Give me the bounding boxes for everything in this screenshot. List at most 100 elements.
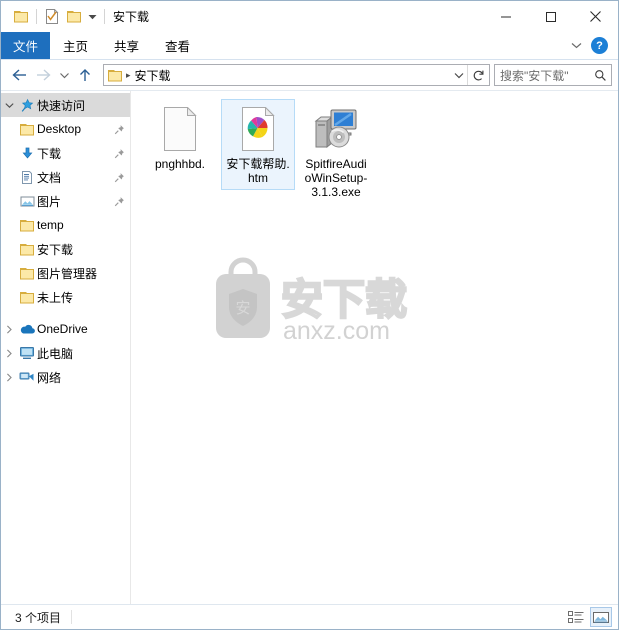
- pin-icon[interactable]: [112, 124, 126, 135]
- maximize-button[interactable]: [528, 1, 573, 32]
- close-button[interactable]: [573, 1, 618, 32]
- sidebar-item-desktop[interactable]: Desktop: [1, 117, 130, 141]
- sidebar-item-label: 图片: [37, 194, 62, 209]
- sidebar-item-label: 网络: [37, 370, 62, 385]
- sidebar-item-label: 下载: [37, 146, 62, 161]
- sidebar-item-label: 文档: [37, 170, 62, 185]
- sidebar-item-label: 快速访问: [37, 98, 86, 113]
- tab-view[interactable]: 查看: [152, 32, 203, 59]
- folder-icon: [17, 123, 37, 136]
- tab-share[interactable]: 共享: [101, 32, 152, 59]
- chevron-down-icon[interactable]: [85, 7, 100, 27]
- details-view-icon[interactable]: [565, 607, 587, 627]
- forward-arrow-icon: [31, 63, 55, 87]
- sidebar-item-label: OneDrive: [37, 322, 88, 336]
- chevron-down-icon[interactable]: [566, 36, 586, 56]
- large-icons-view-icon[interactable]: [590, 607, 612, 627]
- sidebar-item-label: 安下载: [37, 242, 74, 257]
- sidebar-item-onedrive[interactable]: OneDrive: [1, 317, 130, 341]
- sidebar-item-downloads[interactable]: 下载: [1, 141, 130, 165]
- network-icon: [17, 370, 37, 384]
- search-placeholder: 搜索"安下载": [500, 68, 569, 83]
- help-button[interactable]: ?: [591, 37, 608, 54]
- pin-icon[interactable]: [112, 172, 126, 183]
- tab-home[interactable]: 主页: [50, 32, 101, 59]
- sidebar-item-documents[interactable]: 文档: [1, 165, 130, 189]
- toolbar-separator-1: [36, 9, 37, 24]
- sidebar-item-label: temp: [37, 218, 64, 232]
- up-arrow-icon[interactable]: [73, 63, 97, 87]
- installer-exe-icon: [313, 104, 359, 154]
- watermark-bag-icon: 安: [216, 257, 270, 338]
- downloads-arrow-icon: [17, 146, 37, 161]
- html-pinwheel-icon: [241, 104, 275, 154]
- chevron-right-icon[interactable]: [1, 348, 17, 358]
- this-pc-monitor-icon: [17, 346, 37, 360]
- sidebar-item-label: 此电脑: [37, 346, 74, 361]
- search-icon[interactable]: [589, 69, 611, 82]
- folder-icon: [17, 267, 37, 280]
- file-grid: pnghhbd. 安下载帮助.htm SpitfireAudioWinSetup…: [131, 91, 618, 204]
- sidebar-item-anxiazai[interactable]: 安下载: [1, 237, 130, 261]
- back-arrow-icon[interactable]: [7, 63, 31, 87]
- sidebar-item-label: 图片管理器: [37, 266, 98, 281]
- pictures-icon: [17, 195, 37, 208]
- explorer-window: 安下载 文件 主页 共享 查看 ? ▸ 安下载 搜索"安下载" 快速访问 Des…: [0, 0, 619, 630]
- folder-icon[interactable]: [10, 6, 32, 28]
- watermark-outline-text: 安下载: [281, 275, 407, 324]
- list-item[interactable]: 安下载帮助.htm: [221, 99, 295, 190]
- star-pin-icon: [17, 98, 37, 113]
- recent-locations-chevron-icon[interactable]: [55, 63, 73, 87]
- pin-icon[interactable]: [112, 148, 126, 159]
- documents-icon: [17, 170, 37, 185]
- refresh-icon[interactable]: [467, 65, 489, 85]
- navigation-bar: ▸ 安下载 搜索"安下载": [1, 60, 618, 90]
- site-watermark: 安 安下载 anxz.com: [193, 256, 443, 346]
- svg-text:安: 安: [235, 299, 250, 317]
- item-count-label: 3 个项目: [15, 610, 62, 625]
- list-item[interactable]: SpitfireAudioWinSetup-3.1.3.exe: [299, 99, 373, 204]
- navigation-pane[interactable]: 快速访问 Desktop 下载 文档 图片 temp 安下载 图片管理器 未上传…: [1, 91, 131, 604]
- chevron-right-icon[interactable]: [1, 372, 17, 382]
- breadcrumb-item-0[interactable]: 安下载: [135, 67, 171, 84]
- breadcrumb-separator-icon[interactable]: ▸: [126, 70, 131, 81]
- sidebar-item-picture-manager[interactable]: 图片管理器: [1, 261, 130, 285]
- window-title: 安下载: [113, 10, 150, 24]
- file-list-pane[interactable]: 安 安下载 anxz.com pnghhbd. 安下载帮助.htm Spitfi…: [131, 91, 618, 604]
- sidebar-item-label: 未上传: [37, 290, 74, 305]
- folder-icon: [17, 291, 37, 304]
- watermark-site-text: anxz.com: [283, 317, 390, 345]
- sidebar-item-pictures[interactable]: 图片: [1, 189, 130, 213]
- sidebar-item-label: Desktop: [37, 122, 82, 136]
- tab-file[interactable]: 文件: [1, 32, 51, 59]
- window-controls: [483, 1, 618, 32]
- quick-access-toolbar: 安下载: [1, 1, 149, 32]
- new-folder-icon[interactable]: [63, 6, 85, 28]
- file-name: 安下载帮助.htm: [226, 157, 290, 185]
- minimize-button[interactable]: [483, 1, 528, 32]
- address-bar[interactable]: ▸ 安下载: [103, 64, 490, 86]
- search-input[interactable]: 搜索"安下载": [494, 64, 612, 86]
- chevron-right-icon[interactable]: [1, 324, 17, 334]
- toolbar-separator-2: [104, 9, 105, 24]
- explorer-body: 快速访问 Desktop 下载 文档 图片 temp 安下载 图片管理器 未上传…: [1, 90, 618, 604]
- ribbon-tab-bar: 文件 主页 共享 查看 ?: [1, 32, 618, 60]
- breadcrumb[interactable]: ▸ 安下载: [104, 67, 450, 84]
- properties-icon[interactable]: [41, 6, 63, 28]
- onedrive-cloud-icon: [17, 323, 37, 335]
- blank-document-icon: [163, 104, 197, 154]
- list-item[interactable]: pnghhbd.: [143, 99, 217, 176]
- folder-icon: [17, 219, 37, 232]
- status-separator: [71, 610, 73, 624]
- sidebar-item-this-pc[interactable]: 此电脑: [1, 341, 130, 365]
- sidebar-item-quick-access[interactable]: 快速访问: [1, 93, 130, 117]
- chevron-down-icon[interactable]: [1, 102, 17, 109]
- sidebar-item-not-uploaded[interactable]: 未上传: [1, 285, 130, 309]
- pin-icon[interactable]: [112, 196, 126, 207]
- sidebar-item-network[interactable]: 网络: [1, 365, 130, 389]
- sidebar-item-temp[interactable]: temp: [1, 213, 130, 237]
- chevron-down-icon[interactable]: [450, 65, 467, 85]
- title-bar: 安下载: [1, 1, 618, 32]
- ribbon-right-controls: ?: [566, 32, 614, 59]
- ribbon-tabs: 文件 主页 共享 查看: [1, 32, 203, 59]
